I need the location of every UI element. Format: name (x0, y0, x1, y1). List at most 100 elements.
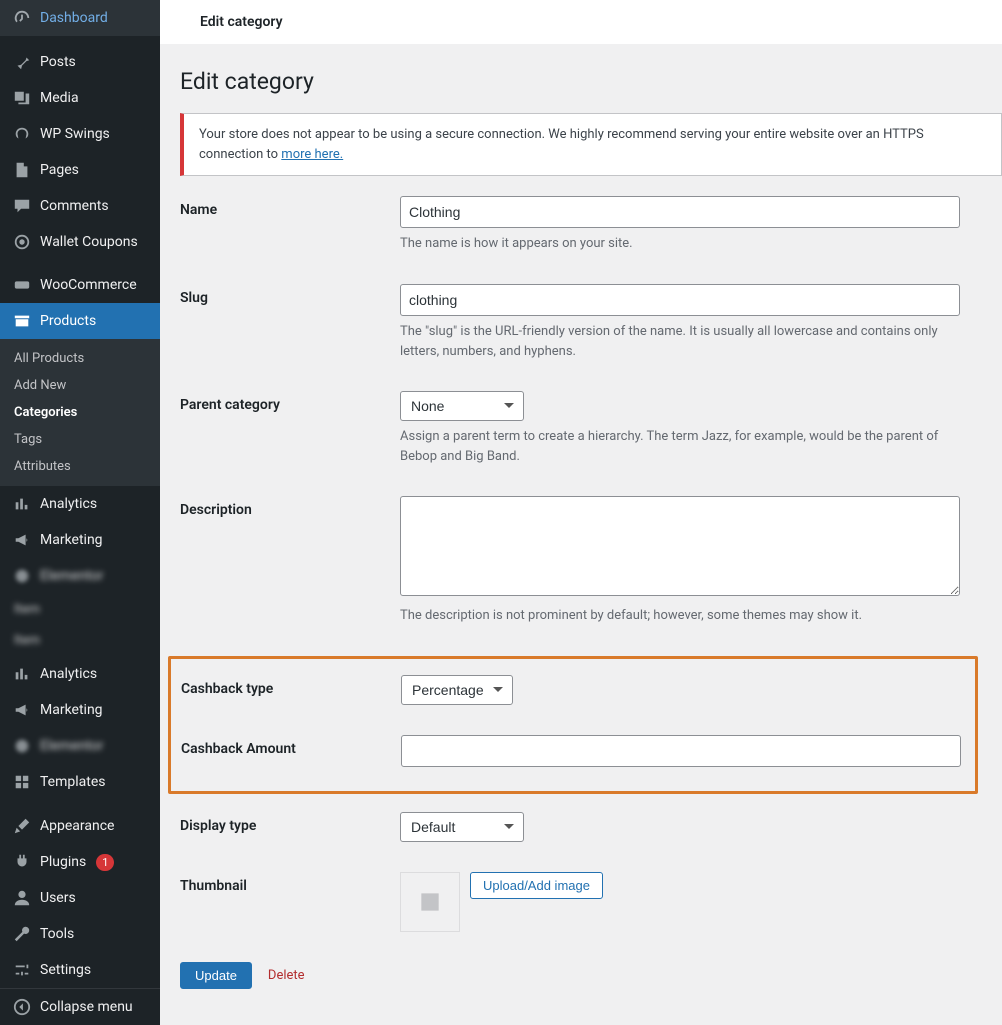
cashback-highlight-box: Cashback type Percentage Cashback Amount (168, 656, 978, 794)
admin-sidebar: Dashboard Posts Media WP Swings Pages Co… (0, 0, 160, 1025)
sidebar-label: Products (40, 313, 96, 329)
sidebar-item-wpswings[interactable]: WP Swings (0, 116, 160, 152)
media-icon (12, 88, 32, 108)
sidebar-item-hidden[interactable]: Elementor (0, 558, 160, 594)
archive-icon (12, 311, 32, 331)
sidebar-label: Settings (40, 962, 91, 978)
sidebar-item-marketing[interactable]: Marketing (0, 522, 160, 558)
submenu-tags[interactable]: Tags (0, 426, 160, 453)
display-type-label: Display type (180, 812, 400, 834)
sidebar-item-analytics-2[interactable]: Analytics (0, 656, 160, 692)
sidebar-item-marketing-2[interactable]: Marketing (0, 692, 160, 728)
sidebar-item-products[interactable]: Products (0, 303, 160, 339)
sidebar-label: Analytics (40, 496, 97, 512)
products-submenu: All Products Add New Categories Tags Att… (0, 339, 160, 486)
name-input[interactable] (400, 196, 960, 228)
submenu-categories[interactable]: Categories (0, 399, 160, 426)
sidebar-item-comments[interactable]: Comments (0, 188, 160, 224)
sidebar-item-plugins[interactable]: Plugins 1 (0, 844, 160, 880)
sidebar-label: WP Swings (40, 126, 110, 142)
submenu-add-new[interactable]: Add New (0, 372, 160, 399)
sidebar-item-media[interactable]: Media (0, 80, 160, 116)
name-help: The name is how it appears on your site. (400, 234, 960, 254)
collapse-icon (12, 997, 32, 1017)
sidebar-label: Collapse menu (40, 999, 133, 1015)
sidebar-item-woocommerce[interactable]: WooCommerce (0, 267, 160, 303)
sidebar-item-pages[interactable]: Pages (0, 152, 160, 188)
display-type-select[interactable]: Default (400, 812, 524, 842)
sidebar-item-settings[interactable]: Settings (0, 952, 160, 988)
https-warning-notice: Your store does not appear to be using a… (180, 113, 1002, 176)
sidebar-label: Analytics (40, 666, 97, 682)
pin-icon (12, 52, 32, 72)
comment-icon (12, 196, 32, 216)
sidebar-label: Elementor (40, 738, 103, 754)
megaphone-icon (12, 530, 32, 550)
slug-input[interactable] (400, 284, 960, 316)
sidebar-label: Users (40, 890, 76, 906)
sidebar-label: Marketing (40, 702, 103, 718)
brush-icon (12, 816, 32, 836)
notice-more-link[interactable]: more here. (281, 147, 343, 162)
sidebar-item-dashboard[interactable]: Dashboard (0, 0, 160, 36)
sidebar-item-hidden-sub[interactable]: Item (0, 594, 160, 625)
parent-label: Parent category (180, 391, 400, 413)
thumbnail-label: Thumbnail (180, 872, 400, 894)
sidebar-label: Templates (40, 774, 106, 790)
generic-icon (12, 736, 32, 756)
sidebar-item-tools[interactable]: Tools (0, 916, 160, 952)
parent-select[interactable]: None (400, 391, 524, 421)
megaphone-icon (12, 700, 32, 720)
page-icon (12, 160, 32, 180)
sidebar-item-analytics[interactable]: Analytics (0, 486, 160, 522)
cashback-type-select[interactable]: Percentage (401, 675, 513, 705)
gauge-icon (12, 8, 32, 28)
sidebar-item-wallet-coupons[interactable]: Wallet Coupons (0, 224, 160, 260)
delete-link[interactable]: Delete (268, 968, 305, 983)
generic-icon (12, 566, 32, 586)
sidebar-collapse[interactable]: Collapse menu (0, 988, 160, 1025)
sidebar-item-users[interactable]: Users (0, 880, 160, 916)
upload-image-button[interactable]: Upload/Add image (470, 872, 603, 899)
plug-icon (12, 852, 32, 872)
sidebar-label: Tools (40, 926, 74, 942)
update-button[interactable]: Update (180, 962, 252, 989)
main-content: Edit category Edit category Your store d… (160, 0, 1002, 1025)
user-icon (12, 888, 32, 908)
description-label: Description (180, 496, 400, 518)
sidebar-label: Pages (40, 162, 79, 178)
sidebar-label: Comments (40, 198, 109, 214)
wings-icon (12, 124, 32, 144)
plugins-count-badge: 1 (96, 854, 114, 871)
sidebar-label: WooCommerce (40, 277, 137, 293)
sidebar-item-templates[interactable]: Templates (0, 764, 160, 800)
sidebar-label: Elementor (40, 568, 103, 584)
description-textarea[interactable] (400, 496, 960, 596)
cashback-type-label: Cashback type (181, 675, 401, 697)
breadcrumb: Edit category (160, 0, 1002, 44)
parent-help: Assign a parent term to create a hierarc… (400, 427, 960, 466)
image-icon (417, 889, 443, 915)
templates-icon (12, 772, 32, 792)
sidebar-item-appearance[interactable]: Appearance (0, 808, 160, 844)
slug-label: Slug (180, 284, 400, 306)
sidebar-label: Posts (40, 54, 76, 70)
slug-help: The "slug" is the URL-friendly version o… (400, 322, 960, 361)
analytics-icon (12, 664, 32, 684)
sidebar-item-posts[interactable]: Posts (0, 44, 160, 80)
cashback-amount-label: Cashback Amount (181, 735, 401, 757)
submenu-all-products[interactable]: All Products (0, 345, 160, 372)
description-help: The description is not prominent by defa… (400, 606, 960, 626)
page-title: Edit category (180, 68, 1002, 95)
sidebar-label: Plugins (40, 854, 86, 870)
sidebar-label: Media (40, 90, 79, 106)
sidebar-item-hidden-2[interactable]: Elementor (0, 728, 160, 764)
thumbnail-placeholder (400, 872, 460, 932)
analytics-icon (12, 494, 32, 514)
wallet-icon (12, 232, 32, 252)
sidebar-item-hidden-sub[interactable]: Item (0, 625, 160, 656)
woocommerce-icon (12, 275, 32, 295)
submenu-attributes[interactable]: Attributes (0, 453, 160, 480)
cashback-amount-input[interactable] (401, 735, 961, 767)
sidebar-label: Wallet Coupons (40, 234, 138, 250)
